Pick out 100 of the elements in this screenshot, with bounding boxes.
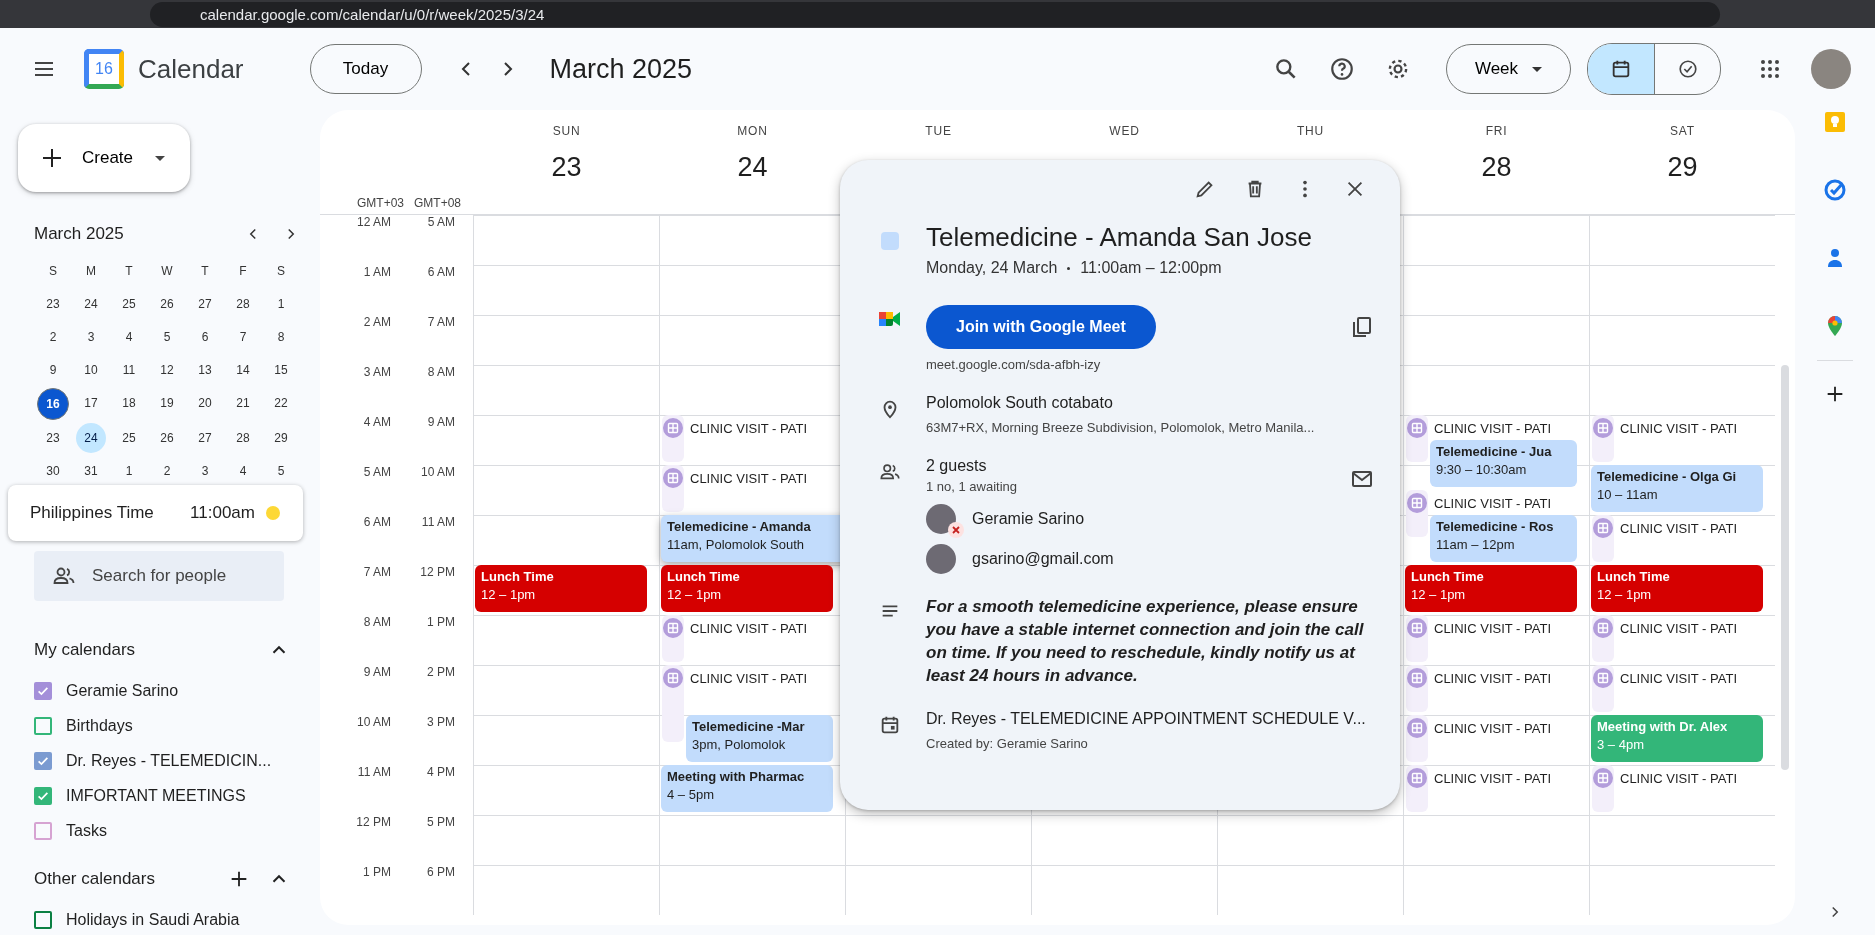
mini-calendar-day[interactable]: 2 (38, 322, 68, 352)
appointment-title[interactable]: CLINIC VISIT - PATI (1434, 621, 1552, 636)
appointment-title[interactable]: CLINIC VISIT - PATI (1434, 496, 1552, 511)
mini-calendar-day[interactable]: 1 (266, 289, 296, 319)
mini-calendar-day[interactable]: 24 (76, 423, 106, 453)
appointment-bar[interactable] (662, 665, 684, 742)
mini-calendar-day[interactable]: 4 (114, 322, 144, 352)
appointment-bar[interactable] (1406, 765, 1428, 812)
checkbox[interactable] (34, 910, 52, 929)
mini-calendar-day[interactable]: 7 (228, 322, 258, 352)
checkbox[interactable] (34, 681, 52, 700)
day-number[interactable]: 23 (551, 152, 582, 183)
appointment-title[interactable]: CLINIC VISIT - PATI (690, 671, 808, 686)
view-dropdown[interactable]: Week (1446, 44, 1571, 94)
create-button[interactable]: Create (18, 124, 190, 192)
appointment-bar[interactable] (1406, 490, 1428, 537)
mini-calendar-day[interactable]: 25 (114, 423, 144, 453)
mini-calendar-day[interactable]: 30 (38, 456, 68, 486)
mini-calendar-day[interactable]: 8 (266, 322, 296, 352)
mini-calendar-day[interactable]: 19 (152, 388, 182, 418)
appointment-bar[interactable] (1592, 515, 1614, 562)
calendar-item[interactable]: Dr. Reyes - TELEMEDICIN... (10, 743, 320, 778)
checkbox[interactable] (34, 716, 52, 735)
mini-calendar-day[interactable]: 25 (114, 289, 144, 319)
mini-calendar-day[interactable]: 4 (228, 456, 258, 486)
checkbox[interactable] (34, 751, 52, 770)
account-avatar[interactable] (1811, 49, 1851, 89)
appointment-title[interactable]: CLINIC VISIT - PATI (1620, 521, 1738, 536)
mini-calendar-day[interactable]: 23 (38, 289, 68, 319)
checkbox[interactable] (34, 786, 52, 805)
mini-calendar-day[interactable]: 22 (266, 388, 296, 418)
mini-calendar-day[interactable]: 16 (37, 388, 69, 420)
mini-calendar-day[interactable]: 11 (114, 355, 144, 385)
appointment-bar[interactable] (1592, 615, 1614, 662)
mini-calendar-day[interactable]: 24 (76, 289, 106, 319)
calendar-item[interactable]: Geramie Sarino (10, 673, 320, 708)
event-chip[interactable]: Telemedicine -Mar 3pm, Polomolok (686, 715, 833, 762)
mini-calendar-day[interactable]: 23 (38, 423, 68, 453)
appointment-title[interactable]: CLINIC VISIT - PATI (690, 621, 808, 636)
mini-calendar-day[interactable]: 17 (76, 388, 106, 418)
mini-calendar-day[interactable]: 20 (190, 388, 220, 418)
appointment-bar[interactable] (1406, 665, 1428, 712)
appointment-bar[interactable] (662, 615, 684, 662)
calendar-item[interactable]: Tasks (10, 813, 320, 848)
event-chip[interactable]: Telemedicine - Olga Gi 10 – 11am (1591, 465, 1763, 512)
day-number[interactable]: 28 (1481, 152, 1512, 183)
task-check-icon[interactable] (1823, 178, 1847, 202)
appointment-title[interactable]: CLINIC VISIT - PATI (1620, 621, 1738, 636)
mini-calendar-day[interactable]: 26 (152, 423, 182, 453)
mini-calendar-day[interactable]: 9 (38, 355, 68, 385)
mini-calendar-day[interactable]: 5 (152, 322, 182, 352)
copy-icon[interactable] (1350, 315, 1374, 339)
mini-calendar-day[interactable]: 27 (190, 423, 220, 453)
mini-calendar-day[interactable]: 1 (114, 456, 144, 486)
apps-grid-icon[interactable] (1758, 57, 1782, 81)
appointment-bar[interactable] (1406, 715, 1428, 762)
appointment-title[interactable]: CLINIC VISIT - PATI (1620, 771, 1738, 786)
event-chip[interactable]: Lunch Time 12 – 1pm (475, 565, 647, 612)
appointment-bar[interactable] (1592, 415, 1614, 462)
meet-link[interactable]: meet.google.com/sda-afbh-izy (926, 357, 1350, 372)
event-chip[interactable]: Lunch Time 12 – 1pm (661, 565, 833, 612)
calendar-item[interactable]: Holidays in Saudi Arabia (10, 902, 320, 935)
mini-calendar-day[interactable]: 2 (152, 456, 182, 486)
edit-icon[interactable] (1194, 178, 1216, 200)
mini-calendar-day[interactable]: 15 (266, 355, 296, 385)
mini-calendar-day[interactable]: 12 (152, 355, 182, 385)
calendar-item[interactable]: Birthdays (10, 708, 320, 743)
people-search-field[interactable]: Search for people (34, 551, 284, 601)
mini-calendar-day[interactable]: 3 (76, 322, 106, 352)
event-chip[interactable]: Telemedicine - Ros 11am – 12pm (1430, 515, 1577, 562)
appointment-bar[interactable] (662, 415, 684, 462)
day-number[interactable]: 29 (1667, 152, 1698, 183)
mini-calendar-day[interactable]: 26 (152, 289, 182, 319)
appointment-title[interactable]: CLINIC VISIT - PATI (1434, 671, 1552, 686)
checkbox[interactable] (34, 821, 52, 840)
mini-calendar-day[interactable]: 10 (76, 355, 106, 385)
mini-calendar-day[interactable]: 13 (190, 355, 220, 385)
appointment-title[interactable]: CLINIC VISIT - PATI (690, 471, 808, 486)
appointment-bar[interactable] (1592, 765, 1614, 812)
scrollbar-thumb[interactable] (1781, 365, 1789, 770)
appointment-title[interactable]: CLINIC VISIT - PATI (1434, 771, 1552, 786)
address-bar[interactable]: calendar.google.com/calendar/u/0/r/week/2025/3/24 (150, 1, 1720, 27)
event-chip[interactable]: Lunch Time 12 – 1pm (1591, 565, 1763, 612)
event-chip[interactable]: Meeting with Pharmac 4 – 5pm (661, 765, 833, 812)
mini-calendar-day[interactable]: 27 (190, 289, 220, 319)
mini-calendar-day[interactable]: 5 (266, 456, 296, 486)
appointment-bar[interactable] (1592, 665, 1614, 712)
mini-calendar-day[interactable]: 28 (228, 289, 258, 319)
appointment-bar[interactable] (1406, 615, 1428, 662)
appointment-title[interactable]: CLINIC VISIT - PATI (690, 421, 808, 436)
appointment-bar[interactable] (1406, 415, 1428, 462)
join-meet-button[interactable]: Join with Google Meet (926, 305, 1156, 349)
mini-calendar-day[interactable]: 31 (76, 456, 106, 486)
mini-calendar-day[interactable]: 21 (228, 388, 258, 418)
event-chip[interactable]: Lunch Time 12 – 1pm (1405, 565, 1577, 612)
calendar-item[interactable]: IMFORTANT MEETINGS (10, 778, 320, 813)
mini-calendar-day[interactable]: 29 (266, 423, 296, 453)
mini-calendar-day[interactable]: 3 (190, 456, 220, 486)
help-icon[interactable] (1329, 56, 1355, 82)
calendar-view-button[interactable] (1588, 44, 1654, 94)
